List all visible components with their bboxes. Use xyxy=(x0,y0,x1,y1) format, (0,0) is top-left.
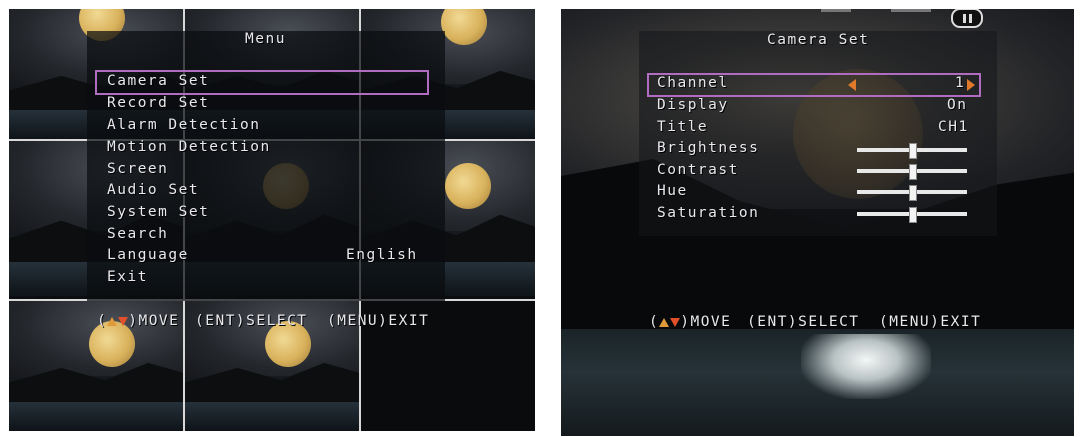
menu-title: Menu xyxy=(245,31,286,47)
main-menu-screen: Menu Camera Set Record Set Alarm Detecti… xyxy=(9,9,535,431)
footer-move-label: )MOVE xyxy=(680,314,732,330)
slider-knob[interactable] xyxy=(909,164,917,180)
camera-set-title: Camera Set xyxy=(767,32,870,48)
menu-item-motion-detection[interactable]: Motion Detection xyxy=(107,139,271,155)
menu-item-system-set[interactable]: System Set xyxy=(107,204,209,220)
contrast-slider[interactable] xyxy=(857,164,967,180)
row-display-label[interactable]: Display xyxy=(657,97,729,113)
menu-item-screen[interactable]: Screen xyxy=(107,161,168,177)
arrow-down-icon xyxy=(118,316,129,326)
brightness-slider[interactable] xyxy=(857,143,967,159)
footer-open-paren: ( xyxy=(649,314,660,330)
footer-exit-hint: (MENU)EXIT xyxy=(327,313,430,329)
arrow-right-icon[interactable] xyxy=(967,79,975,91)
footer-exit-hint: (MENU)EXIT xyxy=(879,314,982,330)
arrow-left-icon[interactable] xyxy=(848,79,856,91)
row-contrast-label[interactable]: Contrast xyxy=(657,162,739,178)
recording-icon xyxy=(951,9,983,28)
row-title-label[interactable]: Title xyxy=(657,119,708,135)
row-hue-label[interactable]: Hue xyxy=(657,183,688,199)
menu-item-camera-set[interactable]: Camera Set xyxy=(107,73,209,89)
row-brightness-label[interactable]: Brightness xyxy=(657,140,759,156)
hue-slider[interactable] xyxy=(857,185,967,201)
row-channel-label[interactable]: Channel xyxy=(657,75,729,91)
row-saturation-label[interactable]: Saturation xyxy=(657,205,759,221)
footer-select-hint: (ENT)SELECT xyxy=(195,313,308,329)
arrow-down-icon xyxy=(670,317,681,327)
slider-knob[interactable] xyxy=(909,185,917,201)
row-channel-value: 1 xyxy=(955,75,966,91)
footer-move-label: )MOVE xyxy=(128,313,180,329)
menu-item-exit[interactable]: Exit xyxy=(107,269,148,285)
menu-item-audio-set[interactable]: Audio Set xyxy=(107,182,199,198)
saturation-slider[interactable] xyxy=(857,207,967,223)
language-value: English xyxy=(346,247,418,263)
menu-item-record-set[interactable]: Record Set xyxy=(107,95,209,111)
menu-item-alarm-detection[interactable]: Alarm Detection xyxy=(107,117,260,133)
footer-move-hint: ( )MOVE xyxy=(97,313,179,329)
arrow-up-icon xyxy=(107,316,118,326)
footer-open-paren: ( xyxy=(97,313,108,329)
row-display-value: On xyxy=(947,97,968,113)
arrow-up-icon xyxy=(659,317,670,327)
footer-select-hint: (ENT)SELECT xyxy=(747,314,860,330)
row-title-value: CH1 xyxy=(938,119,969,135)
footer-move-hint: ( )MOVE xyxy=(649,314,731,330)
slider-knob[interactable] xyxy=(909,207,917,223)
camera-set-screen: Camera Set Channel 1 Display On Title CH… xyxy=(561,9,1074,436)
menu-item-language[interactable]: Language xyxy=(107,247,189,263)
slider-knob[interactable] xyxy=(909,143,917,159)
menu-item-search[interactable]: Search xyxy=(107,226,168,242)
